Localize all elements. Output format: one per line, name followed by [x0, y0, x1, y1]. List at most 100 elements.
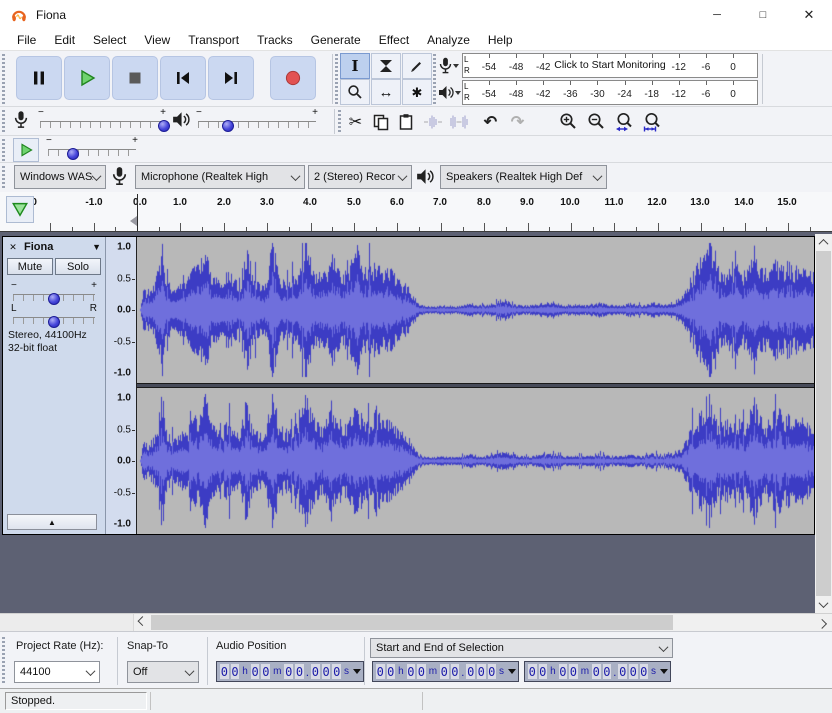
selection-tool-button[interactable]: I	[340, 53, 370, 79]
play-at-speed-button[interactable]	[13, 138, 39, 162]
time-format-dropdown-icon[interactable]	[508, 669, 517, 674]
time-format-dropdown-icon[interactable]	[660, 669, 669, 674]
time-digit[interactable]: 0	[476, 664, 486, 679]
menu-edit[interactable]: Edit	[45, 31, 84, 49]
time-digit[interactable]: 0	[321, 664, 331, 679]
playback-meter-scale[interactable]: L R -54 -48 -42 -36 -30 -24 -18 -12 -6 0	[462, 80, 758, 105]
solo-button[interactable]: Solo	[55, 258, 101, 275]
multi-tool-button[interactable]: ✱	[402, 79, 432, 105]
slider-groove[interactable]	[40, 121, 164, 128]
recording-meter-scale[interactable]: LR-54-48-42-36-30-24-18-12-60Click to St…	[462, 53, 758, 78]
menu-analyze[interactable]: Analyze	[418, 31, 479, 49]
time-digit[interactable]: 0	[639, 664, 649, 679]
time-digit[interactable]: 0	[602, 664, 612, 679]
play-speed-slider[interactable]: − +	[44, 135, 140, 160]
track-collapse-button[interactable]: ▲	[7, 514, 97, 530]
copy-button[interactable]	[368, 109, 393, 134]
time-digit[interactable]: 0	[417, 664, 426, 679]
cut-button[interactable]: ✂	[343, 109, 368, 134]
time-digit[interactable]: 0	[440, 664, 449, 679]
transport-toolbar-grip[interactable]	[2, 54, 5, 104]
menu-help[interactable]: Help	[479, 31, 522, 49]
stop-button[interactable]	[112, 56, 158, 100]
title-bar[interactable]: Fiona ─ □ ✕	[0, 0, 832, 30]
draw-tool-button[interactable]	[402, 53, 432, 79]
mute-button[interactable]: Mute	[7, 258, 53, 275]
track-header[interactable]: ✕ Fiona ▼	[5, 239, 103, 255]
time-digit[interactable]: 0	[250, 664, 260, 679]
selection-toolbar-grip[interactable]	[2, 637, 5, 685]
scroll-up-button[interactable]	[815, 234, 832, 251]
time-digit[interactable]: 0	[406, 664, 416, 679]
time-digit[interactable]: 0	[332, 664, 342, 679]
vertical-scrollbar-thumb[interactable]	[816, 251, 831, 596]
mixer-toolbar-grip[interactable]	[2, 110, 5, 134]
envelope-tool-button[interactable]	[371, 53, 401, 79]
minimize-button[interactable]: ─	[694, 0, 740, 30]
fit-selection-button[interactable]	[612, 109, 637, 134]
zoom-out-button[interactable]	[584, 109, 609, 134]
play-speed-toolbar-grip[interactable]	[2, 139, 5, 161]
vertical-scrollbar[interactable]	[815, 234, 832, 613]
zoom-in-button[interactable]	[556, 109, 581, 134]
time-digit[interactable]: 0	[592, 664, 601, 679]
track-pan-thumb[interactable]	[48, 316, 60, 328]
time-digit[interactable]: 0	[558, 664, 568, 679]
device-toolbar-grip[interactable]	[2, 166, 5, 190]
scroll-down-button[interactable]	[815, 596, 832, 613]
horizontal-scrollbar[interactable]	[133, 614, 832, 631]
maximize-button[interactable]: □	[740, 0, 786, 30]
trim-audio-button[interactable]	[420, 109, 445, 134]
time-digit[interactable]: 0	[376, 664, 385, 679]
redo-button[interactable]: ↷	[505, 109, 530, 134]
pause-button[interactable]	[16, 56, 62, 100]
recording-volume-thumb[interactable]	[158, 120, 171, 132]
close-button[interactable]: ✕	[786, 0, 832, 30]
time-digit[interactable]: 0	[230, 664, 240, 679]
selection-mode-dropdown[interactable]: Start and End of Selection	[370, 638, 673, 658]
silence-audio-button[interactable]	[446, 109, 471, 134]
slider-groove[interactable]	[48, 149, 136, 156]
menu-view[interactable]: View	[135, 31, 179, 49]
play-button[interactable]	[64, 56, 110, 100]
playback-meter[interactable]: L R -54 -48 -42 -36 -30 -24 -18 -12 -6 0	[436, 80, 758, 105]
waveform-left-channel[interactable]	[137, 237, 814, 383]
track-control-panel[interactable]: ✕ Fiona ▼ Mute Solo − + L R Stereo, 4410…	[3, 237, 106, 534]
recording-volume-slider[interactable]: − +	[36, 107, 171, 132]
skip-to-end-button[interactable]	[208, 56, 254, 100]
menu-transport[interactable]: Transport	[179, 31, 248, 49]
track-title[interactable]: Fiona	[21, 241, 92, 253]
time-digit[interactable]: 0	[386, 664, 396, 679]
meter-monitoring-hint[interactable]: Click to Start Monitoring	[551, 58, 669, 72]
menu-tracks[interactable]: Tracks	[248, 31, 302, 49]
skip-to-start-button[interactable]	[160, 56, 206, 100]
track-close-button[interactable]: ✕	[5, 239, 21, 255]
track-menu-dropdown-icon[interactable]: ▼	[92, 242, 103, 252]
playback-volume-thumb[interactable]	[222, 120, 235, 132]
playback-volume-slider[interactable]: − +	[194, 107, 320, 132]
track-gain-slider[interactable]: − +	[9, 280, 99, 305]
time-digit[interactable]: 0	[220, 664, 229, 679]
time-digit[interactable]: 0	[466, 664, 475, 679]
time-digit[interactable]: 0	[618, 664, 627, 679]
time-digit[interactable]: 0	[487, 664, 497, 679]
edit-toolbar-grip[interactable]	[338, 110, 341, 134]
record-button[interactable]	[270, 56, 316, 100]
menu-generate[interactable]: Generate	[302, 31, 370, 49]
audio-track[interactable]: ✕ Fiona ▼ Mute Solo − + L R Stereo, 4410…	[2, 236, 815, 535]
record-meter-mic-icon[interactable]	[436, 57, 462, 74]
waveform-right-channel[interactable]	[137, 388, 814, 534]
fit-project-button[interactable]	[640, 109, 665, 134]
menu-effect[interactable]: Effect	[370, 31, 418, 49]
recording-meter[interactable]: LR-54-48-42-36-30-24-18-12-60Click to St…	[436, 53, 758, 78]
scroll-left-button[interactable]	[134, 614, 151, 631]
paste-button[interactable]	[393, 109, 418, 134]
time-digit[interactable]: 0	[569, 664, 578, 679]
recording-channels-dropdown[interactable]: 2 (Stereo) Recor	[308, 165, 412, 189]
menu-file[interactable]: File	[8, 31, 45, 49]
time-digit[interactable]: 0	[284, 664, 294, 679]
timeline-ruler[interactable]: 2.0-1.00.01.02.03.04.05.06.07.08.09.010.…	[0, 192, 832, 232]
play-meter-speaker-icon[interactable]	[436, 85, 462, 100]
snap-to-dropdown[interactable]: Off	[127, 661, 199, 683]
horizontal-scrollbar-thumb[interactable]	[151, 615, 673, 630]
